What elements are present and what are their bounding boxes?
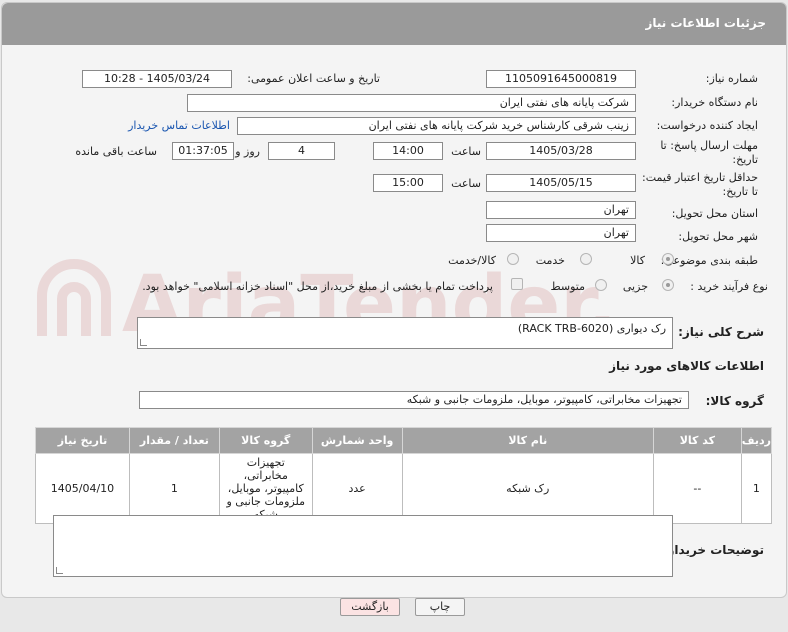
category-option-both: کالا/خدمت bbox=[448, 254, 496, 267]
time-remaining-field[interactable]: 01:37:05 bbox=[172, 142, 234, 160]
resize-grip-icon[interactable] bbox=[140, 339, 147, 346]
col-header-group: گروه کالا bbox=[218, 427, 313, 454]
validity-date-field[interactable]: 1405/05/15 bbox=[486, 174, 636, 192]
goods-table: ردیف کد کالا نام کالا واحد شمارش گروه کا… bbox=[35, 427, 773, 524]
cell-name: رک شبکه bbox=[401, 453, 654, 524]
col-header-unit: واحد شمارش bbox=[311, 427, 403, 454]
process-option-minor: جزیی bbox=[622, 280, 648, 293]
description-label: شرح کلی نیاز: bbox=[678, 325, 764, 339]
goods-section-title: اطلاعات کالاهای مورد نیاز bbox=[609, 359, 764, 373]
requester-field[interactable]: زینب شرقی کارشناس خرید شرکت پایانه های ن… bbox=[237, 117, 636, 135]
category-radio-goods[interactable] bbox=[662, 253, 674, 265]
cell-group: تجهیزات مخابراتی، کامپیوتر، موبایل، ملزو… bbox=[218, 453, 313, 524]
buyer-name-field[interactable]: شرکت پایانه های نفتی ایران bbox=[187, 94, 636, 112]
announce-date-label: تاریخ و ساعت اعلان عمومی: bbox=[247, 72, 380, 85]
deadline-time-field[interactable]: 14:00 bbox=[373, 142, 443, 160]
deadline-label: مهلت ارسال پاسخ: تا bbox=[660, 139, 758, 152]
category-option-goods: کالا bbox=[630, 254, 645, 267]
time-remaining-label: ساعت باقی مانده bbox=[75, 145, 157, 158]
city-label: شهر محل تحویل: bbox=[678, 230, 758, 243]
cell-qty: 1 bbox=[128, 453, 220, 524]
days-remaining-field[interactable]: 4 bbox=[268, 142, 335, 160]
cell-date: 1405/04/10 bbox=[35, 453, 130, 524]
city-field[interactable]: تهران bbox=[486, 224, 636, 242]
panel-header: جزئیات اطلاعات نیاز bbox=[2, 3, 786, 45]
col-header-name: نام کالا bbox=[401, 427, 654, 454]
process-radio-medium[interactable] bbox=[595, 279, 607, 291]
buyer-name-label: نام دستگاه خریدار: bbox=[671, 96, 758, 109]
cell-unit: عدد bbox=[311, 453, 403, 524]
province-label: استان محل تحویل: bbox=[671, 207, 758, 220]
description-text: رک دیواری (RACK TRB-6020) bbox=[517, 322, 666, 335]
col-header-qty: تعداد / مقدار bbox=[128, 427, 220, 454]
category-radio-both[interactable] bbox=[507, 253, 519, 265]
process-type-label: نوع فرآیند خرید : bbox=[690, 280, 768, 293]
treasury-payment-checkbox[interactable] bbox=[511, 278, 523, 290]
category-option-service: خدمت bbox=[535, 254, 565, 267]
days-label: روز و bbox=[235, 145, 260, 158]
col-header-code: کد کالا bbox=[652, 427, 742, 454]
buyer-notes-textarea[interactable] bbox=[53, 515, 673, 577]
category-radio-service[interactable] bbox=[580, 253, 592, 265]
process-option-medium: متوسط bbox=[550, 280, 585, 293]
validity-label: حداقل تاریخ اعتبار قیمت: bbox=[642, 171, 758, 184]
cell-row: 1 bbox=[740, 453, 773, 524]
process-radio-minor[interactable] bbox=[662, 279, 674, 291]
category-label: طبقه بندی موضوعی: bbox=[660, 254, 758, 267]
province-field[interactable]: تهران bbox=[486, 201, 636, 219]
resize-grip-icon[interactable] bbox=[56, 567, 63, 574]
deadline-time-label: ساعت bbox=[451, 145, 481, 158]
description-textarea[interactable]: رک دیواری (RACK TRB-6020) bbox=[137, 317, 673, 349]
validity-label-date: تا تاریخ: bbox=[722, 185, 758, 198]
table-row: 1 -- رک شبکه عدد تجهیزات مخابراتی، کامپی… bbox=[35, 453, 773, 524]
buyer-contact-link[interactable]: اطلاعات تماس خریدار bbox=[128, 119, 230, 132]
goods-group-field[interactable]: تجهیزات مخابراتی، کامپیوتر، موبایل، ملزو… bbox=[139, 391, 689, 409]
col-header-row: ردیف bbox=[740, 427, 773, 454]
panel-title: جزئیات اطلاعات نیاز bbox=[645, 16, 766, 30]
deadline-date-field[interactable]: 1405/03/28 bbox=[486, 142, 636, 160]
need-number-label: شماره نیاز: bbox=[705, 72, 758, 85]
need-details-panel: جزئیات اطلاعات نیاز AriaTender.net شماره… bbox=[1, 2, 787, 598]
print-button[interactable]: چاپ bbox=[415, 598, 465, 616]
col-header-date: تاریخ نیاز bbox=[35, 427, 130, 454]
deadline-label-date: تاریخ: bbox=[732, 153, 758, 166]
requester-label: ایجاد کننده درخواست: bbox=[656, 119, 758, 132]
goods-group-label: گروه کالا: bbox=[705, 394, 764, 408]
announce-date-field[interactable]: 1405/03/24 - 10:28 bbox=[82, 70, 232, 88]
buyer-notes-label: توضیحات خریدار: bbox=[662, 543, 764, 557]
need-number-field[interactable]: 1105091645000819 bbox=[486, 70, 636, 88]
back-button[interactable]: بازگشت bbox=[340, 598, 400, 616]
validity-time-label: ساعت bbox=[451, 177, 481, 190]
cell-code: -- bbox=[652, 453, 742, 524]
validity-time-field[interactable]: 15:00 bbox=[373, 174, 443, 192]
treasury-payment-note: پرداخت تمام یا بخشی از مبلغ خرید،از محل … bbox=[142, 280, 493, 293]
